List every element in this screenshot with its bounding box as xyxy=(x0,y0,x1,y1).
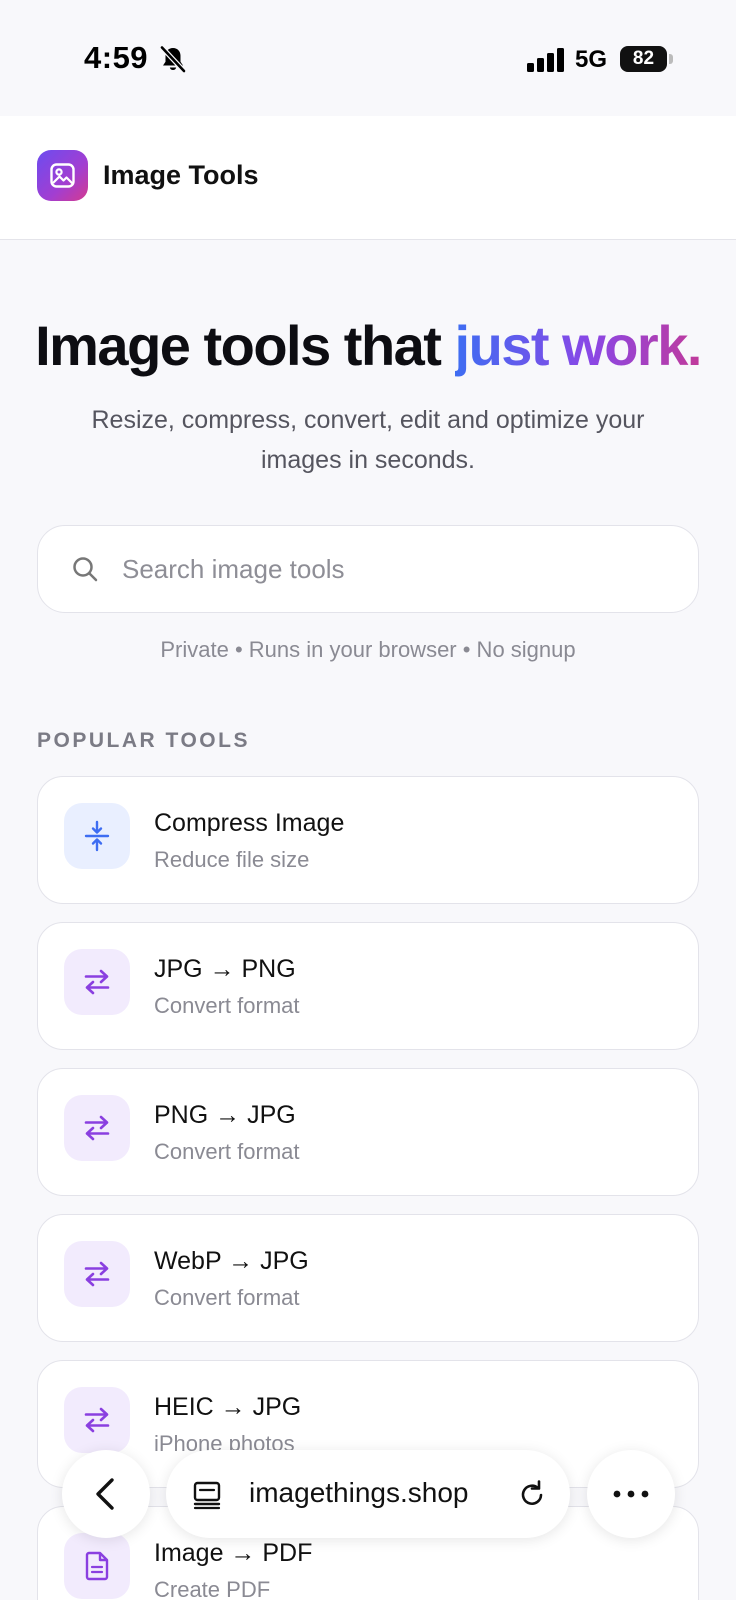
network-type: 5G xyxy=(575,46,608,73)
search-input[interactable] xyxy=(122,526,682,612)
tool-subtitle: Convert format xyxy=(154,1139,300,1164)
reload-icon[interactable] xyxy=(516,1478,548,1510)
tool-icon-tile xyxy=(64,1095,130,1161)
more-button[interactable] xyxy=(587,1450,675,1538)
hero-title: Image tools that just work. xyxy=(0,313,736,378)
more-icon xyxy=(613,1490,649,1498)
tool-title: JPG → PNG xyxy=(154,955,296,983)
page: 4:59 5G 82 Image Tools Image tools that … xyxy=(0,0,736,1600)
tool-title: PNG → JPG xyxy=(154,1101,296,1129)
logo[interactable] xyxy=(37,150,88,201)
tool-title: Image → PDF xyxy=(154,1539,313,1567)
compress-icon xyxy=(84,820,110,852)
tool-subtitle: Convert format xyxy=(154,993,300,1018)
status-bar: 4:59 5G 82 xyxy=(0,0,736,116)
address-bar[interactable]: imagethings.shop xyxy=(166,1450,570,1538)
tool-title: WebP → JPG xyxy=(154,1247,309,1275)
tool-icon-tile xyxy=(64,1387,130,1453)
battery-icon: 82 xyxy=(620,46,673,72)
convert-arrows-icon xyxy=(84,1407,110,1433)
section-label-popular-tools: POPULAR TOOLS xyxy=(37,729,250,752)
tool-subtitle: Create PDF xyxy=(154,1577,271,1600)
tool-subtitle: Reduce file size xyxy=(154,847,310,872)
tool-subtitle: Convert format xyxy=(154,1285,300,1310)
convert-arrows-icon xyxy=(84,1115,110,1141)
tool-card-webp-to-jpg[interactable]: WebP → JPG Convert format xyxy=(37,1214,699,1342)
site-header: Image Tools xyxy=(0,116,736,240)
tool-icon-tile xyxy=(64,803,130,869)
tool-icon-tile xyxy=(64,1533,130,1599)
convert-arrows-icon xyxy=(84,969,110,995)
tool-title: HEIC → JPG xyxy=(154,1393,302,1421)
convert-arrows-icon xyxy=(84,1261,110,1287)
tool-card-jpg-to-png[interactable]: JPG → PNG Convert format xyxy=(37,922,699,1050)
tool-card-compress-image[interactable]: Compress Image Reduce file size xyxy=(37,776,699,904)
hero-subtitle: Resize, compress, convert, edit and opti… xyxy=(91,406,645,474)
page-icon xyxy=(193,1481,221,1510)
hero-title-main: Image tools that xyxy=(35,314,455,377)
tool-icon-tile xyxy=(64,949,130,1015)
tool-icon-tile xyxy=(64,1241,130,1307)
hero-title-accent: just work. xyxy=(454,314,703,377)
tool-card-png-to-jpg[interactable]: PNG → JPG Convert format xyxy=(37,1068,699,1196)
search-box[interactable] xyxy=(37,525,699,613)
back-button[interactable] xyxy=(62,1450,150,1538)
back-icon xyxy=(96,1478,114,1510)
brand-name[interactable]: Image Tools xyxy=(103,160,259,191)
signal-icon xyxy=(527,48,564,72)
document-icon xyxy=(85,1551,109,1581)
status-time: 4:59 xyxy=(84,40,149,75)
battery-level: 82 xyxy=(632,48,655,69)
bell-slash-icon xyxy=(160,45,186,73)
image-icon xyxy=(50,163,75,188)
tool-title: Compress Image xyxy=(154,809,345,837)
privacy-tagline: Private • Runs in your browser • No sign… xyxy=(160,637,576,662)
url-text: imagethings.shop xyxy=(249,1477,469,1508)
search-icon xyxy=(73,557,98,582)
